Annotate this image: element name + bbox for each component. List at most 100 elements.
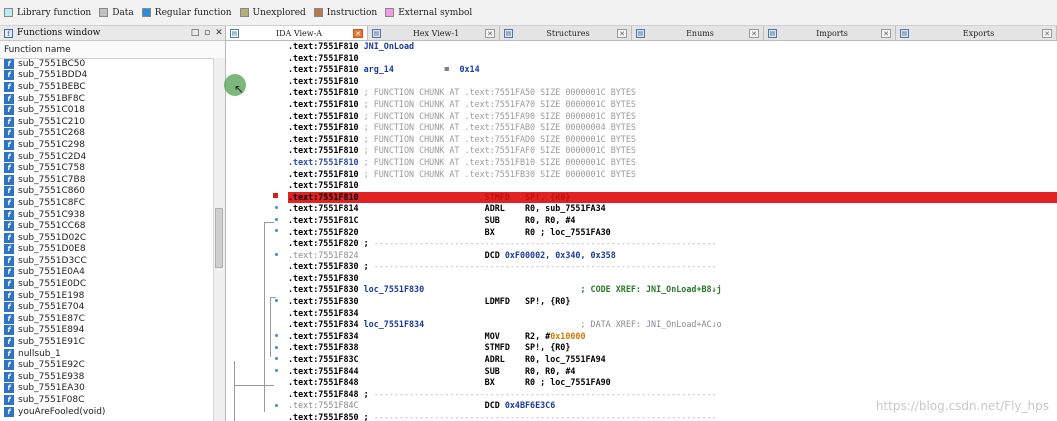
tab-exports[interactable]: ▤ Exports ✕ [896, 26, 1057, 40]
disassembly-line[interactable]: .text:7551F814 ADRL R0, sub_7551FA34 [288, 203, 1057, 215]
line-address[interactable]: .text:7551F824 [288, 250, 359, 260]
function-list-item[interactable]: f sub_7551E92C [0, 359, 214, 371]
line-address[interactable]: .text:7551F830 [288, 296, 359, 306]
disassembly-line[interactable]: .text:7551F830 ; -----------------------… [288, 261, 1057, 273]
function-list-item[interactable]: f sub_7551C298 [0, 139, 214, 151]
line-name[interactable]: JNI_OnLoad [359, 41, 414, 51]
functions-scrollbar[interactable] [213, 58, 225, 421]
restore-icon[interactable]: □ [189, 28, 201, 38]
function-list-item[interactable]: f sub_7551C8FC [0, 197, 214, 209]
line-address[interactable]: .text:7551F810 [288, 169, 359, 179]
disassembly-line[interactable]: .text:7551F810 [288, 76, 1057, 88]
function-list-item[interactable]: f sub_7551C758 [0, 162, 214, 174]
function-list-item[interactable]: f youAreFooled(void) [0, 406, 214, 418]
close-icon[interactable]: ✕ [213, 28, 225, 38]
disassembly-line[interactable]: .text:7551F81C SUB R0, R0, #4 [288, 215, 1057, 227]
line-address[interactable]: .text:7551F834 [288, 319, 359, 329]
line-address[interactable]: .text:7551F810 [288, 180, 359, 190]
line-address[interactable]: .text:7551F810 [288, 157, 359, 167]
line-address[interactable]: .text:7551F838 [288, 342, 359, 352]
line-xref[interactable]: ; CODE XREF: JNI_OnLoad+B8↓j [580, 284, 721, 294]
breakpoint-marker[interactable] [273, 193, 278, 198]
disassembly-line[interactable]: .text:7551F810 ; FUNCTION CHUNK AT .text… [288, 87, 1057, 99]
disassembly-line[interactable]: .text:7551F834 loc_7551F834 ; DATA XREF:… [288, 319, 1057, 331]
disassembly-line[interactable]: .text:7551F810 ; FUNCTION CHUNK AT .text… [288, 111, 1057, 123]
disassembly-line[interactable]: .text:7551F810 ; FUNCTION CHUNK AT .text… [288, 169, 1057, 181]
function-list-item[interactable]: f sub_7551E0A4 [0, 267, 214, 279]
disassembly-line[interactable]: .text:7551F820 BX R0 ; loc_7551FA30 [288, 227, 1057, 239]
function-list-item[interactable]: f sub_7551F08C [0, 394, 214, 406]
disassembly-line[interactable]: .text:7551F848 BX R0 ; loc_7551FA90 [288, 377, 1057, 389]
line-address[interactable]: .text:7551F848 [288, 389, 359, 399]
line-address[interactable]: .text:7551F830 [288, 261, 359, 271]
line-address[interactable]: .text:7551F844 [288, 366, 359, 376]
disassembly-line[interactable]: .text:7551F824 DCD 0xF00002, 0x340, 0x35… [288, 250, 1057, 262]
line-address[interactable]: .text:7551F810 [288, 134, 359, 144]
disassembly-line[interactable]: .text:7551F810 ; FUNCTION CHUNK AT .text… [288, 157, 1057, 169]
function-list-item[interactable]: f sub_7551E938 [0, 371, 214, 383]
function-list-item[interactable]: f sub_7551BDD4 [0, 70, 214, 82]
function-list-item[interactable]: f sub_7551E0DC [0, 278, 214, 290]
line-address[interactable]: .text:7551F810 [288, 99, 359, 109]
line-address[interactable]: .text:7551F820 [288, 238, 359, 248]
tab-close-icon[interactable]: ✕ [617, 28, 627, 38]
disassembly-line[interactable]: .text:7551F810 ; FUNCTION CHUNK AT .text… [288, 134, 1057, 146]
line-address[interactable]: .text:7551F810 [288, 87, 359, 97]
disassembly-line[interactable]: .text:7551F830 LDMFD SP!, {R0} [288, 296, 1057, 308]
line-address[interactable]: .text:7551F810 [288, 64, 359, 74]
function-list-item[interactable]: f sub_7551C7B8 [0, 174, 214, 186]
line-address[interactable]: .text:7551F850 [288, 412, 359, 421]
function-list-item[interactable]: f nullsub_1 [0, 348, 214, 360]
function-list-item[interactable]: f sub_7551C938 [0, 209, 214, 221]
function-list-item[interactable]: f sub_7551E87C [0, 313, 214, 325]
line-address[interactable]: .text:7551F848 [288, 377, 359, 387]
tab-close-icon[interactable]: ✕ [485, 28, 495, 38]
line-address[interactable]: .text:7551F810 [288, 111, 359, 121]
disassembly-line[interactable]: .text:7551F830 [288, 273, 1057, 285]
line-address[interactable]: .text:7551F810 [288, 76, 359, 86]
disassembly-line[interactable]: .text:7551F834 [288, 308, 1057, 320]
function-list-item[interactable]: f sub_7551CC68 [0, 220, 214, 232]
function-list-item[interactable]: f sub_7551C860 [0, 186, 214, 198]
line-address[interactable]: .text:7551F810 [288, 192, 359, 202]
function-list-item[interactable]: f sub_7551E704 [0, 301, 214, 313]
disassembly-line[interactable]: .text:7551F810 JNI_OnLoad [288, 41, 1057, 53]
disassembly-line[interactable]: .text:7551F810 [288, 53, 1057, 65]
function-list-item[interactable]: f sub_7551C210 [0, 116, 214, 128]
disassembly-line[interactable]: .text:7551F850 ; -----------------------… [288, 412, 1057, 421]
line-address[interactable]: .text:7551F810 [288, 145, 359, 155]
line-dxref[interactable]: ; DATA XREF: JNI_OnLoad+AC↓o [580, 319, 721, 329]
tab-close-icon[interactable]: ✕ [881, 28, 891, 38]
disassembly-line[interactable]: .text:7551F844 SUB R0, R0, #4 [288, 366, 1057, 378]
function-list-item[interactable]: f sub_7551D0E8 [0, 244, 214, 256]
tab-close-icon[interactable]: ✕ [749, 28, 759, 38]
function-list-item[interactable]: f sub_7551BEBC [0, 81, 214, 93]
line-address[interactable]: .text:7551F830 [288, 273, 359, 283]
disassembly-line[interactable]: .text:7551F838 STMFD SP!, {R0} [288, 342, 1057, 354]
function-name-column-header[interactable]: Function name [0, 41, 225, 59]
disassembly-line[interactable]: .text:7551F810 arg_14 = 0x14 [288, 64, 1057, 76]
line-name[interactable]: arg_14 [359, 64, 394, 74]
line-address[interactable]: .text:7551F84C [288, 400, 359, 410]
tab-ida-view-a[interactable]: ▤ IDA View-A ✕ [226, 26, 368, 40]
line-name[interactable]: loc_7551F834 [359, 319, 425, 329]
disassembly-lines[interactable]: .text:7551F810 JNI_OnLoad .text:7551F810.… [288, 41, 1057, 421]
disassembly-line[interactable]: .text:7551F810 ; FUNCTION CHUNK AT .text… [288, 99, 1057, 111]
tab-enums[interactable]: ▤ Enums ✕ [632, 26, 764, 40]
tab-hex-view-1[interactable]: ▤ Hex View-1 ✕ [368, 26, 500, 40]
float-icon[interactable]: ▫ [201, 28, 213, 38]
disassembly-line[interactable]: .text:7551F810 ; FUNCTION CHUNK AT .text… [288, 145, 1057, 157]
function-list-item[interactable]: f sub_7551E198 [0, 290, 214, 302]
function-list-item[interactable]: f sub_7551BC50 [0, 58, 214, 70]
disassembly-line[interactable]: .text:7551F820 ; -----------------------… [288, 238, 1057, 250]
disassembly-line[interactable]: .text:7551F834 MOV R2, #0x10000 [288, 331, 1057, 343]
disassembly-line[interactable]: .text:7551F83C ADRL R0, loc_7551FA94 [288, 354, 1057, 366]
scrollbar-thumb[interactable] [215, 208, 223, 268]
functions-list[interactable]: f sub_7551BC50 f sub_7551BDD4 f sub_7551BEBCf… [0, 58, 214, 421]
line-address[interactable]: .text:7551F83C [288, 354, 359, 364]
function-list-item[interactable]: f sub_7551E91C [0, 336, 214, 348]
function-list-item[interactable]: f sub_7551C268 [0, 128, 214, 140]
function-list-item[interactable]: f sub_7551EA30 [0, 383, 214, 395]
function-list-item[interactable]: f sub_7551D3CC [0, 255, 214, 267]
line-name[interactable]: loc_7551F830 [359, 284, 425, 294]
